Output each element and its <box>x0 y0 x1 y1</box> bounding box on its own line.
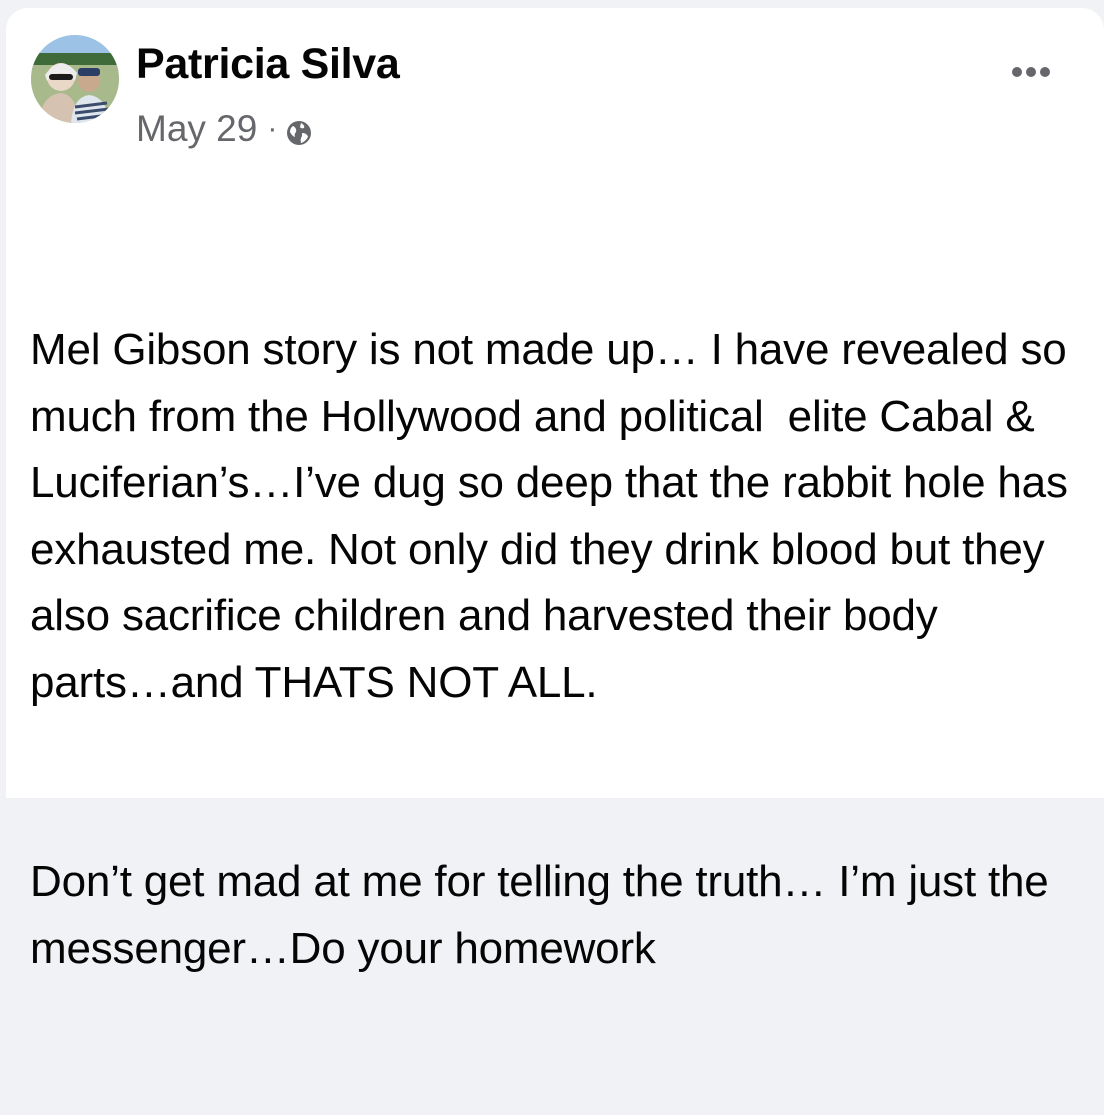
globe-icon[interactable] <box>285 119 313 147</box>
author-avatar[interactable] <box>31 35 119 123</box>
post-meta: May 29 · <box>136 108 313 150</box>
post-paragraph: Don’t get mad at me for telling the trut… <box>30 857 1061 973</box>
author-name[interactable]: Patricia Silva <box>136 40 400 89</box>
post-card: Patricia Silva May 29 · Mel Gibson story… <box>6 8 1104 973</box>
post-date[interactable]: May 29 <box>136 108 257 150</box>
meta-separator: · <box>267 112 278 145</box>
more-options-icon <box>1012 67 1050 77</box>
more-options-button[interactable] <box>1008 56 1054 88</box>
profile-photo <box>31 35 119 123</box>
post-paragraph: Mel Gibson story is not made up… I have … <box>30 325 1080 707</box>
post-body: Mel Gibson story is not made up… I have … <box>30 184 1090 1115</box>
